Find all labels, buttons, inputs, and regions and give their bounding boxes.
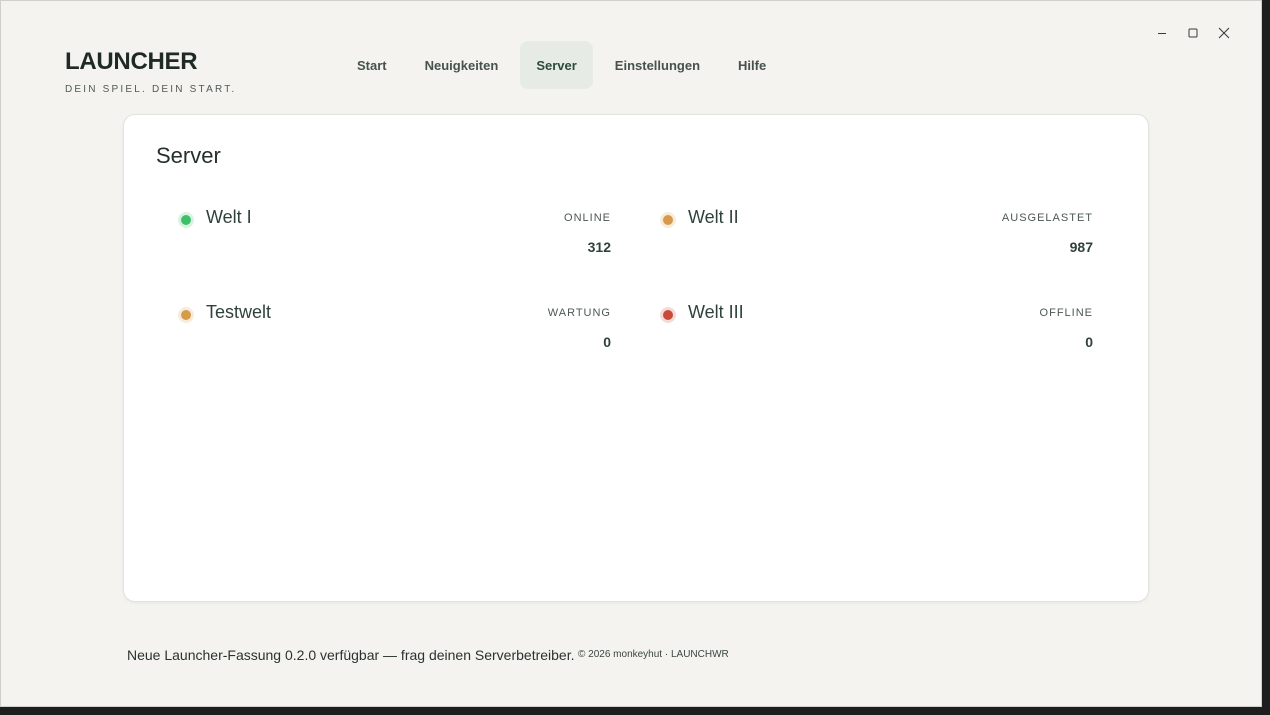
server-item-testwelt[interactable]: Testwelt WARTUNG 0 <box>181 300 611 360</box>
launcher-window: LAUNCHER DEIN SPIEL. DEIN START. Start N… <box>0 0 1262 707</box>
server-status: WARTUNG <box>547 307 611 319</box>
status-dot <box>663 215 673 225</box>
player-count: 987 <box>1069 239 1093 255</box>
player-count: 0 <box>603 334 611 350</box>
player-count: 312 <box>587 239 611 255</box>
close-icon <box>1218 27 1229 39</box>
server-item-welt-1[interactable]: Welt I ONLINE 312 <box>181 205 611 265</box>
server-name: Welt III <box>688 302 744 322</box>
status-dot <box>663 310 673 320</box>
maximize-button[interactable] <box>1177 23 1208 43</box>
close-button[interactable] <box>1208 23 1239 43</box>
minimize-icon <box>1157 33 1166 34</box>
server-name: Testwelt <box>206 302 272 322</box>
window-controls <box>1146 23 1239 43</box>
copyright: © 2026 monkeyhut · LAUNCHWR <box>578 649 729 660</box>
tab-hilfe[interactable]: Hilfe <box>722 41 782 89</box>
server-status: ONLINE <box>564 212 611 224</box>
tab-einstellungen[interactable]: Einstellungen <box>599 41 716 89</box>
server-status: OFFLINE <box>1039 307 1093 319</box>
tab-neuigkeiten[interactable]: Neuigkeiten <box>409 41 515 89</box>
tab-start[interactable]: Start <box>341 41 403 89</box>
server-name: Welt II <box>688 207 739 227</box>
server-item-welt-3[interactable]: Welt III OFFLINE 0 <box>663 300 1093 360</box>
app-title: LAUNCHER <box>65 48 198 75</box>
page-title: Server <box>156 143 221 168</box>
player-count: 0 <box>1085 334 1093 350</box>
server-card: Server Welt I ONLINE 312 Welt II AUSGELA… <box>123 114 1149 602</box>
status-dot <box>181 215 191 225</box>
app-tagline: DEIN SPIEL. DEIN START. <box>65 84 237 95</box>
status-dot <box>181 310 191 320</box>
minimize-button[interactable] <box>1146 23 1177 43</box>
server-item-welt-2[interactable]: Welt II AUSGELASTET 987 <box>663 205 1093 265</box>
update-notice: Neue Launcher-Fassung 0.2.0 verfügbar — … <box>127 647 575 663</box>
server-name: Welt I <box>206 207 252 227</box>
brand: LAUNCHER DEIN SPIEL. DEIN START. <box>65 48 236 95</box>
server-status: AUSGELASTET <box>1001 212 1093 224</box>
main-nav: Start Neuigkeiten Server Einstellungen H… <box>341 41 788 89</box>
tab-server[interactable]: Server <box>520 41 593 89</box>
maximize-icon <box>1188 28 1197 38</box>
